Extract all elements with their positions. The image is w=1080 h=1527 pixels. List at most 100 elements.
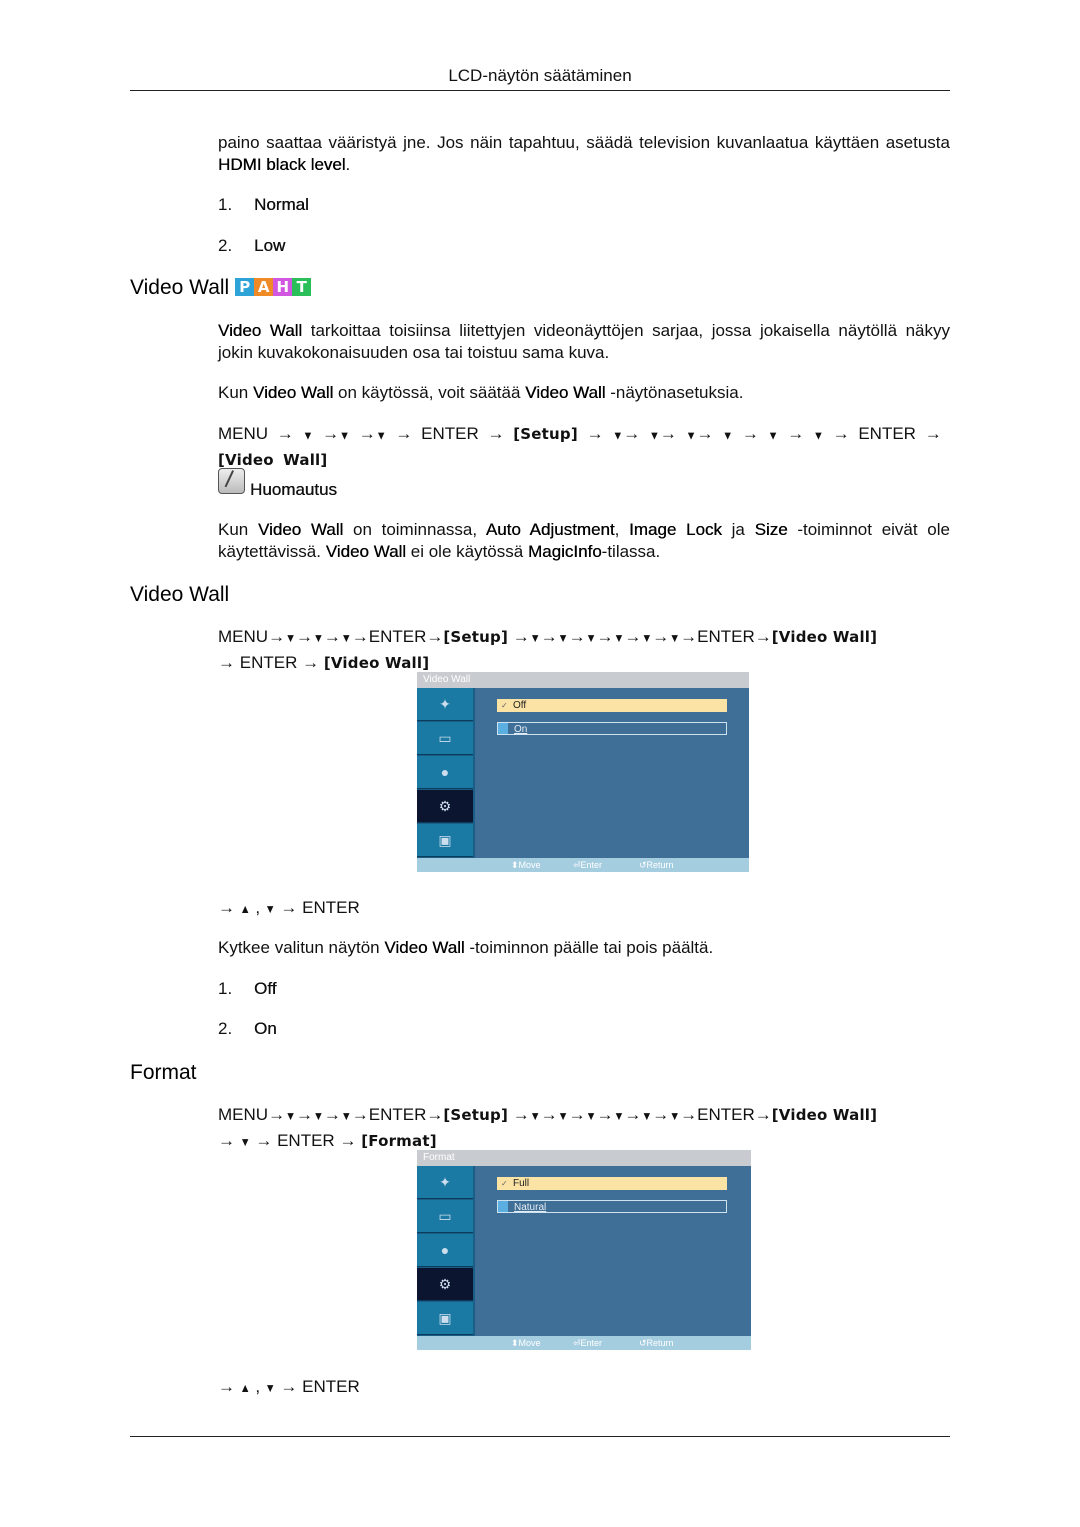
arrow-icon: → [218, 653, 235, 672]
arrow-icon: → [680, 627, 698, 646]
arrow-icon: → [924, 424, 942, 443]
bold-term: Image Lock [629, 520, 722, 539]
intro-paragraph: paino saattaa vääristyä jne. Jos näin ta… [218, 132, 950, 176]
enter-label: Enter [580, 1338, 603, 1348]
footer-rule [130, 1436, 950, 1437]
multi-control-icon[interactable]: ▣ [417, 824, 473, 857]
down-icon: ▼ [585, 1110, 597, 1124]
option-off[interactable]: ✓ Off [497, 699, 727, 712]
section-heading-format: Format [130, 1061, 197, 1084]
osd-sidebar: ✦ ▭ ● ⚙ ▣ [417, 688, 475, 858]
picture-icon[interactable]: ✦ [417, 1166, 473, 1199]
arrow-icon: → [586, 424, 604, 443]
osd-title: Format [417, 1150, 751, 1166]
arrow-icon: → [624, 1105, 642, 1124]
down-icon: ▼ [239, 1136, 251, 1150]
text: -toiminnon päälle tai pois päältä. [464, 938, 714, 957]
text: -näytönasetuksia. [605, 383, 744, 402]
up-icon: ▲ [239, 1382, 251, 1396]
list-item: 1. Off [218, 979, 276, 999]
intro-bold: HDMI black level [218, 155, 346, 174]
down-icon: ▼ [339, 429, 351, 443]
bold-term: Video Wall [218, 321, 303, 340]
enter-hint: ⏎ Enter [573, 1338, 603, 1348]
list-item: 2. On [218, 1019, 277, 1039]
cursor-marker [498, 723, 508, 734]
arrow-icon: → [351, 1105, 369, 1124]
move-hint: ⬍ Move [511, 1338, 541, 1348]
arrow-icon: → [268, 1105, 286, 1124]
return-hint: ↺ Return [639, 860, 674, 870]
list-label: Normal [254, 195, 309, 214]
option-full[interactable]: ✓ Full [497, 1177, 727, 1190]
video-wall-usage: Kun Video Wall on käytössä, voit säätää … [218, 382, 950, 404]
sound-icon[interactable]: ▭ [417, 722, 473, 755]
arrow-icon: → [395, 424, 413, 443]
setup-gear-icon[interactable]: ⚙ [417, 790, 473, 823]
arrow-icon: → [322, 424, 340, 443]
arrow-icon: → [624, 627, 642, 646]
check-icon: ✓ [501, 701, 508, 710]
arrow-icon: → [323, 1105, 341, 1124]
arrow-icon: → [358, 424, 376, 443]
path-enter: ENTER [277, 1131, 335, 1150]
model-badges: P A H T [235, 278, 312, 296]
enter-label: Enter [580, 860, 603, 870]
down-icon: ▼ [264, 903, 276, 917]
arrow-icon: → [787, 424, 805, 443]
multi-control-icon[interactable]: ▣ [417, 1302, 473, 1335]
list-num: 2. [218, 1019, 233, 1038]
text: Kun [218, 520, 258, 539]
setup-gear-icon[interactable]: ⚙ [417, 1268, 473, 1301]
down-icon: ▼ [613, 632, 625, 646]
path-enter: ENTER [302, 1377, 360, 1396]
option-natural[interactable]: Natural [497, 1200, 727, 1213]
list-label: Low [254, 236, 286, 255]
input-icon[interactable]: ● [417, 756, 473, 789]
badge-h: H [273, 278, 293, 296]
sound-icon[interactable]: ▭ [417, 1200, 473, 1233]
picture-icon[interactable]: ✦ [417, 688, 473, 721]
down-icon: ▼ [557, 632, 569, 646]
arrow-icon: → [276, 424, 294, 443]
path-video-wall: [Video Wall] [218, 451, 328, 469]
section-heading-video-wall: Video Wall P A H T [130, 276, 312, 300]
down-icon: ▼ [312, 1110, 324, 1124]
option-label: On [514, 724, 528, 735]
path-enter: ENTER [302, 898, 360, 917]
osd-sidebar: ✦ ▭ ● ⚙ ▣ [417, 1166, 475, 1336]
arrow-icon: → [487, 424, 505, 443]
arrow-icon: → [754, 627, 772, 646]
text: on toiminnassa, [343, 520, 486, 539]
arrow-icon: → [218, 898, 235, 917]
path-menu: MENU [218, 424, 269, 443]
path-video-wall: [Video Wall] [771, 1106, 878, 1124]
arrow-icon: → [302, 653, 320, 672]
intro-text: paino saattaa vääristyä jne. Jos näin ta… [218, 133, 950, 152]
option-on[interactable]: On [497, 722, 727, 735]
bold-term: Video Wall [252, 383, 334, 402]
option-label: Off [513, 700, 527, 711]
return-label: Return [646, 860, 674, 870]
arrow-icon: → [351, 627, 369, 646]
arrow-icon: → [652, 1105, 670, 1124]
down-icon: ▼ [340, 632, 352, 646]
down-icon: ▼ [529, 632, 541, 646]
video-wall-toggle-desc: Kytkee valitun näytön Video Wall -toimin… [218, 937, 950, 959]
input-icon[interactable]: ● [417, 1234, 473, 1267]
arrow-icon: → [218, 1131, 235, 1150]
path-setup: [Setup] [443, 1106, 509, 1124]
intro-end: . [345, 155, 351, 174]
arrow-icon: → [295, 1105, 313, 1124]
arrow-icon: → [623, 424, 641, 443]
down-icon: ▼ [641, 1110, 653, 1124]
down-icon: ▼ [302, 429, 314, 443]
arrow-icon: → [696, 424, 714, 443]
osd-footer: ⬍ Move ⏎ Enter ↺ Return [417, 1336, 751, 1350]
list-num: 1. [218, 195, 233, 214]
path-video-wall: [Video Wall] [771, 628, 878, 646]
arrow-icon: → [218, 1377, 235, 1396]
arrow-icon: → [512, 627, 530, 646]
heading-text: Video Wall [130, 276, 230, 299]
down-icon: ▼ [669, 1110, 681, 1124]
